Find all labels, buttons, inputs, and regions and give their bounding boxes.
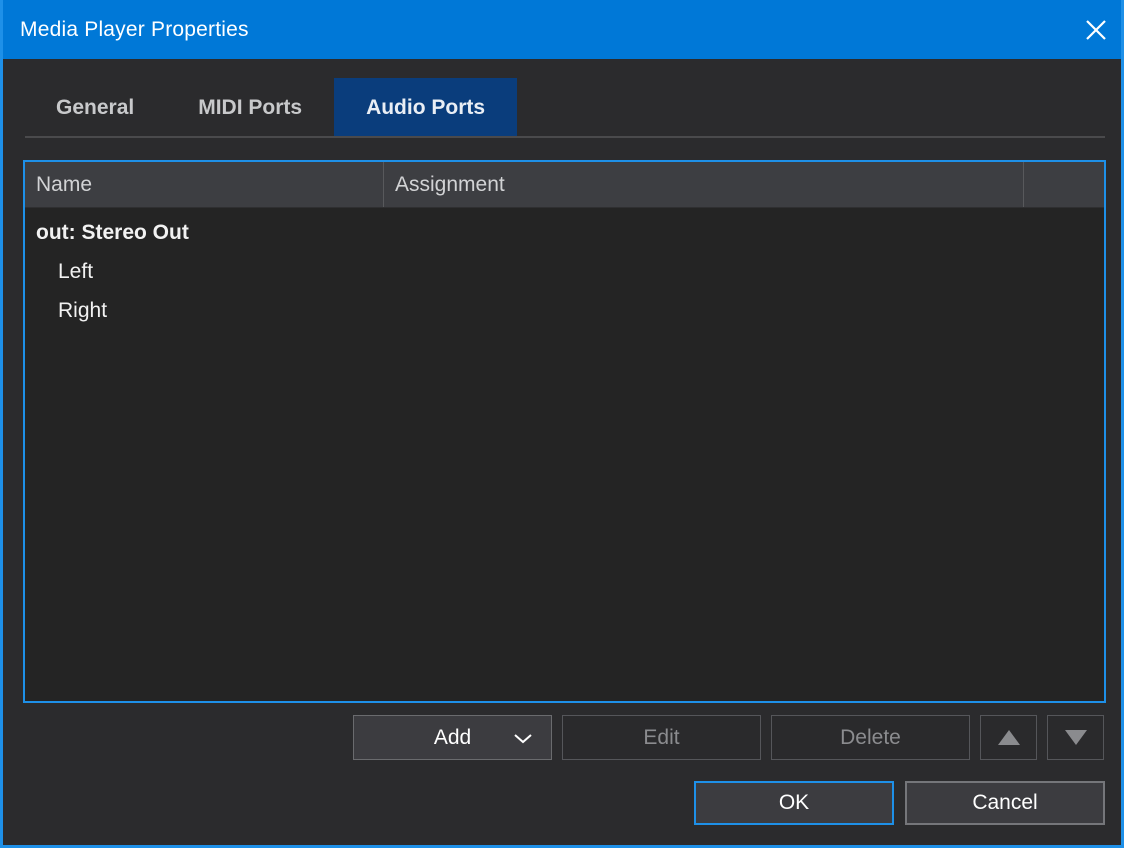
close-icon[interactable] (1065, 0, 1121, 59)
tab-bar: General MIDI Ports Audio Ports (6, 59, 1121, 137)
tab-general[interactable]: General (24, 78, 166, 137)
column-header-assignment[interactable]: Assignment (384, 162, 1024, 207)
tab-audio-ports-label: Audio Ports (366, 95, 486, 119)
table-row[interactable]: Left (25, 252, 1104, 291)
column-header-extra[interactable] (1024, 162, 1104, 207)
table-row[interactable]: Right (25, 291, 1104, 330)
tab-separator (25, 136, 1105, 138)
dialog-button-row: OK Cancel (694, 781, 1105, 825)
tab-midi-ports-label: MIDI Ports (198, 95, 303, 119)
window-title: Media Player Properties (20, 17, 249, 41)
tab-general-label: General (56, 95, 135, 119)
table-actions: Add Edit Delete (353, 715, 1104, 760)
table-header-row: Name Assignment (25, 162, 1104, 208)
move-up-button[interactable] (980, 715, 1037, 760)
column-header-assignment-label: Assignment (395, 172, 505, 196)
media-player-properties-dialog: Media Player Properties General MIDI Por… (0, 0, 1124, 848)
edit-button[interactable]: Edit (562, 715, 761, 760)
column-header-name[interactable]: Name (25, 162, 384, 207)
tab-audio-ports[interactable]: Audio Ports (334, 78, 518, 137)
add-button[interactable]: Add (353, 715, 552, 760)
edit-button-label: Edit (643, 725, 680, 749)
triangle-down-icon (1064, 730, 1087, 745)
audio-ports-table[interactable]: Name Assignment out: Stereo Out Left Rig… (23, 160, 1106, 703)
title-bar: Media Player Properties (3, 0, 1121, 59)
row-name: out: Stereo Out (36, 220, 189, 244)
triangle-up-icon (997, 730, 1020, 745)
column-header-name-label: Name (36, 172, 93, 196)
cancel-button[interactable]: Cancel (905, 781, 1105, 825)
row-name: Left (58, 259, 94, 283)
delete-button-label: Delete (840, 725, 901, 749)
cancel-button-label: Cancel (972, 791, 1038, 814)
move-down-button[interactable] (1047, 715, 1104, 760)
tab-midi-ports[interactable]: MIDI Ports (166, 78, 334, 137)
table-row[interactable]: out: Stereo Out (25, 213, 1104, 252)
add-button-label: Add (433, 725, 472, 749)
table-body: out: Stereo Out Left Right (25, 208, 1104, 701)
ok-button-label: OK (778, 791, 810, 814)
delete-button[interactable]: Delete (771, 715, 970, 760)
row-name: Right (58, 298, 108, 322)
chevron-down-icon (512, 731, 534, 745)
ok-button[interactable]: OK (694, 781, 894, 825)
